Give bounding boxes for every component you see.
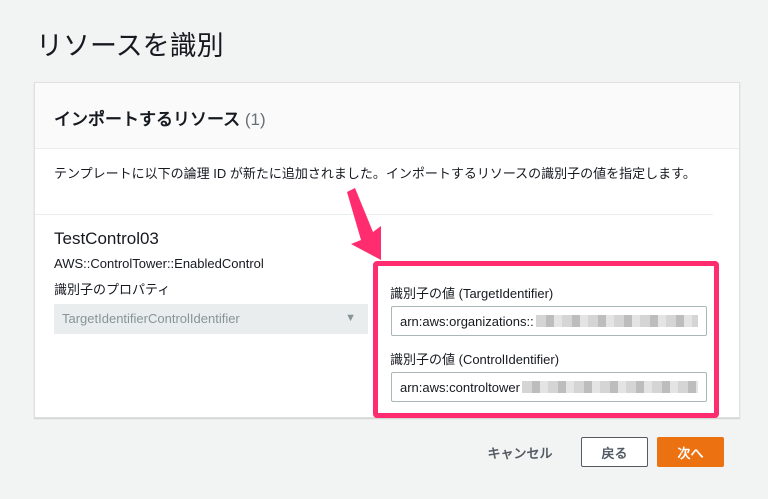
target-identifier-value: arn:aws:organizations:: <box>400 313 534 329</box>
identifier-property-label: 識別子のプロパティ <box>54 282 171 297</box>
identifier-property-select[interactable]: TargetIdentifierControlIdentifier ▼ <box>54 304 368 334</box>
highlight-box: 識別子の値 (TargetIdentifier) arn:aws:organiz… <box>373 261 719 418</box>
logical-id: TestControl03 <box>54 229 159 248</box>
control-identifier-label: 識別子の値 (ControlIdentifier) <box>390 352 560 367</box>
target-identifier-label: 識別子の値 (TargetIdentifier) <box>390 286 554 301</box>
caret-down-icon: ▼ <box>345 312 356 324</box>
redacted <box>535 315 698 327</box>
select-value: TargetIdentifierControlIdentifier <box>62 311 240 326</box>
back-button[interactable]: 戻る <box>581 437 648 467</box>
target-identifier-input[interactable]: arn:aws:organizations:: <box>391 306 707 336</box>
cancel-button[interactable]: キャンセル <box>480 437 560 467</box>
resource-count: (1) <box>244 110 266 129</box>
control-identifier-input[interactable]: arn:aws:controltower <box>391 372 707 402</box>
next-button[interactable]: 次へ <box>657 437 724 467</box>
redacted <box>521 381 698 393</box>
resource-type: AWS::ControlTower::EnabledControl <box>54 256 264 271</box>
panel-header: インポートするリソース (1) <box>35 83 739 149</box>
control-identifier-value: arn:aws:controltower <box>400 379 520 395</box>
panel-description: テンプレートに以下の論理 ID が新たに追加されました。インポートするリソースの… <box>54 166 696 181</box>
panel-title: インポートするリソース <box>54 110 241 129</box>
highlight-arrow-icon <box>347 188 381 260</box>
page-title: リソースを識別 <box>36 31 224 61</box>
